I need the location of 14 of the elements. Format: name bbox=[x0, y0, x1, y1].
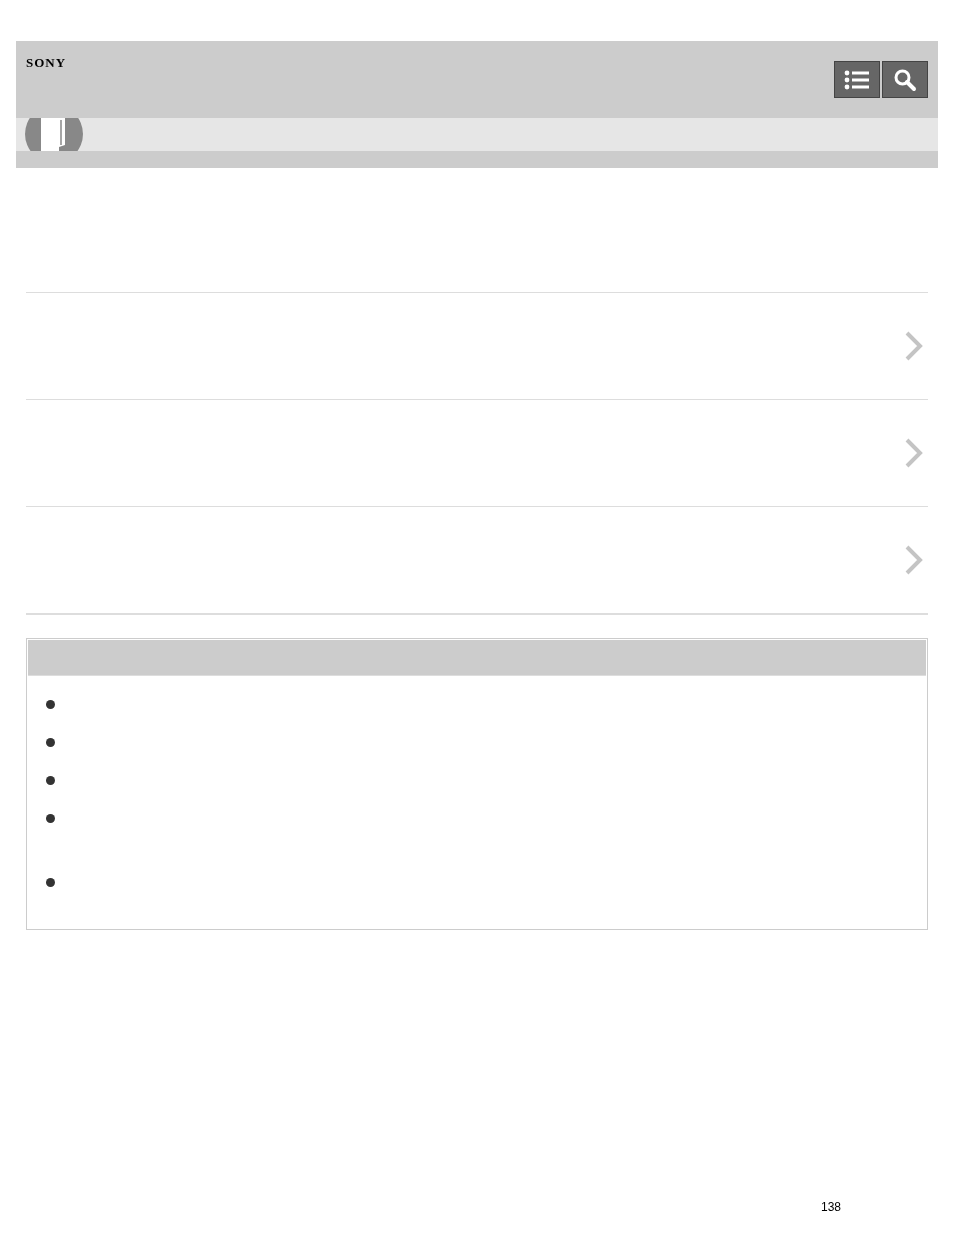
bullet-icon bbox=[46, 738, 55, 747]
chevron-right-icon[interactable] bbox=[904, 330, 924, 362]
search-icon bbox=[893, 67, 917, 92]
bullet-icon bbox=[46, 814, 55, 823]
chevron-right-icon[interactable] bbox=[904, 437, 924, 469]
list-icon bbox=[844, 68, 870, 91]
brand-logo: SONY bbox=[26, 55, 67, 70]
chevron-right-icon[interactable] bbox=[904, 544, 924, 576]
menu-button[interactable] bbox=[834, 61, 880, 98]
bullet-icon bbox=[46, 776, 55, 785]
page-number: 138 bbox=[821, 1200, 843, 1214]
bullet-icon bbox=[46, 700, 55, 709]
bullet-icon bbox=[46, 878, 55, 887]
search-button[interactable] bbox=[882, 61, 928, 98]
